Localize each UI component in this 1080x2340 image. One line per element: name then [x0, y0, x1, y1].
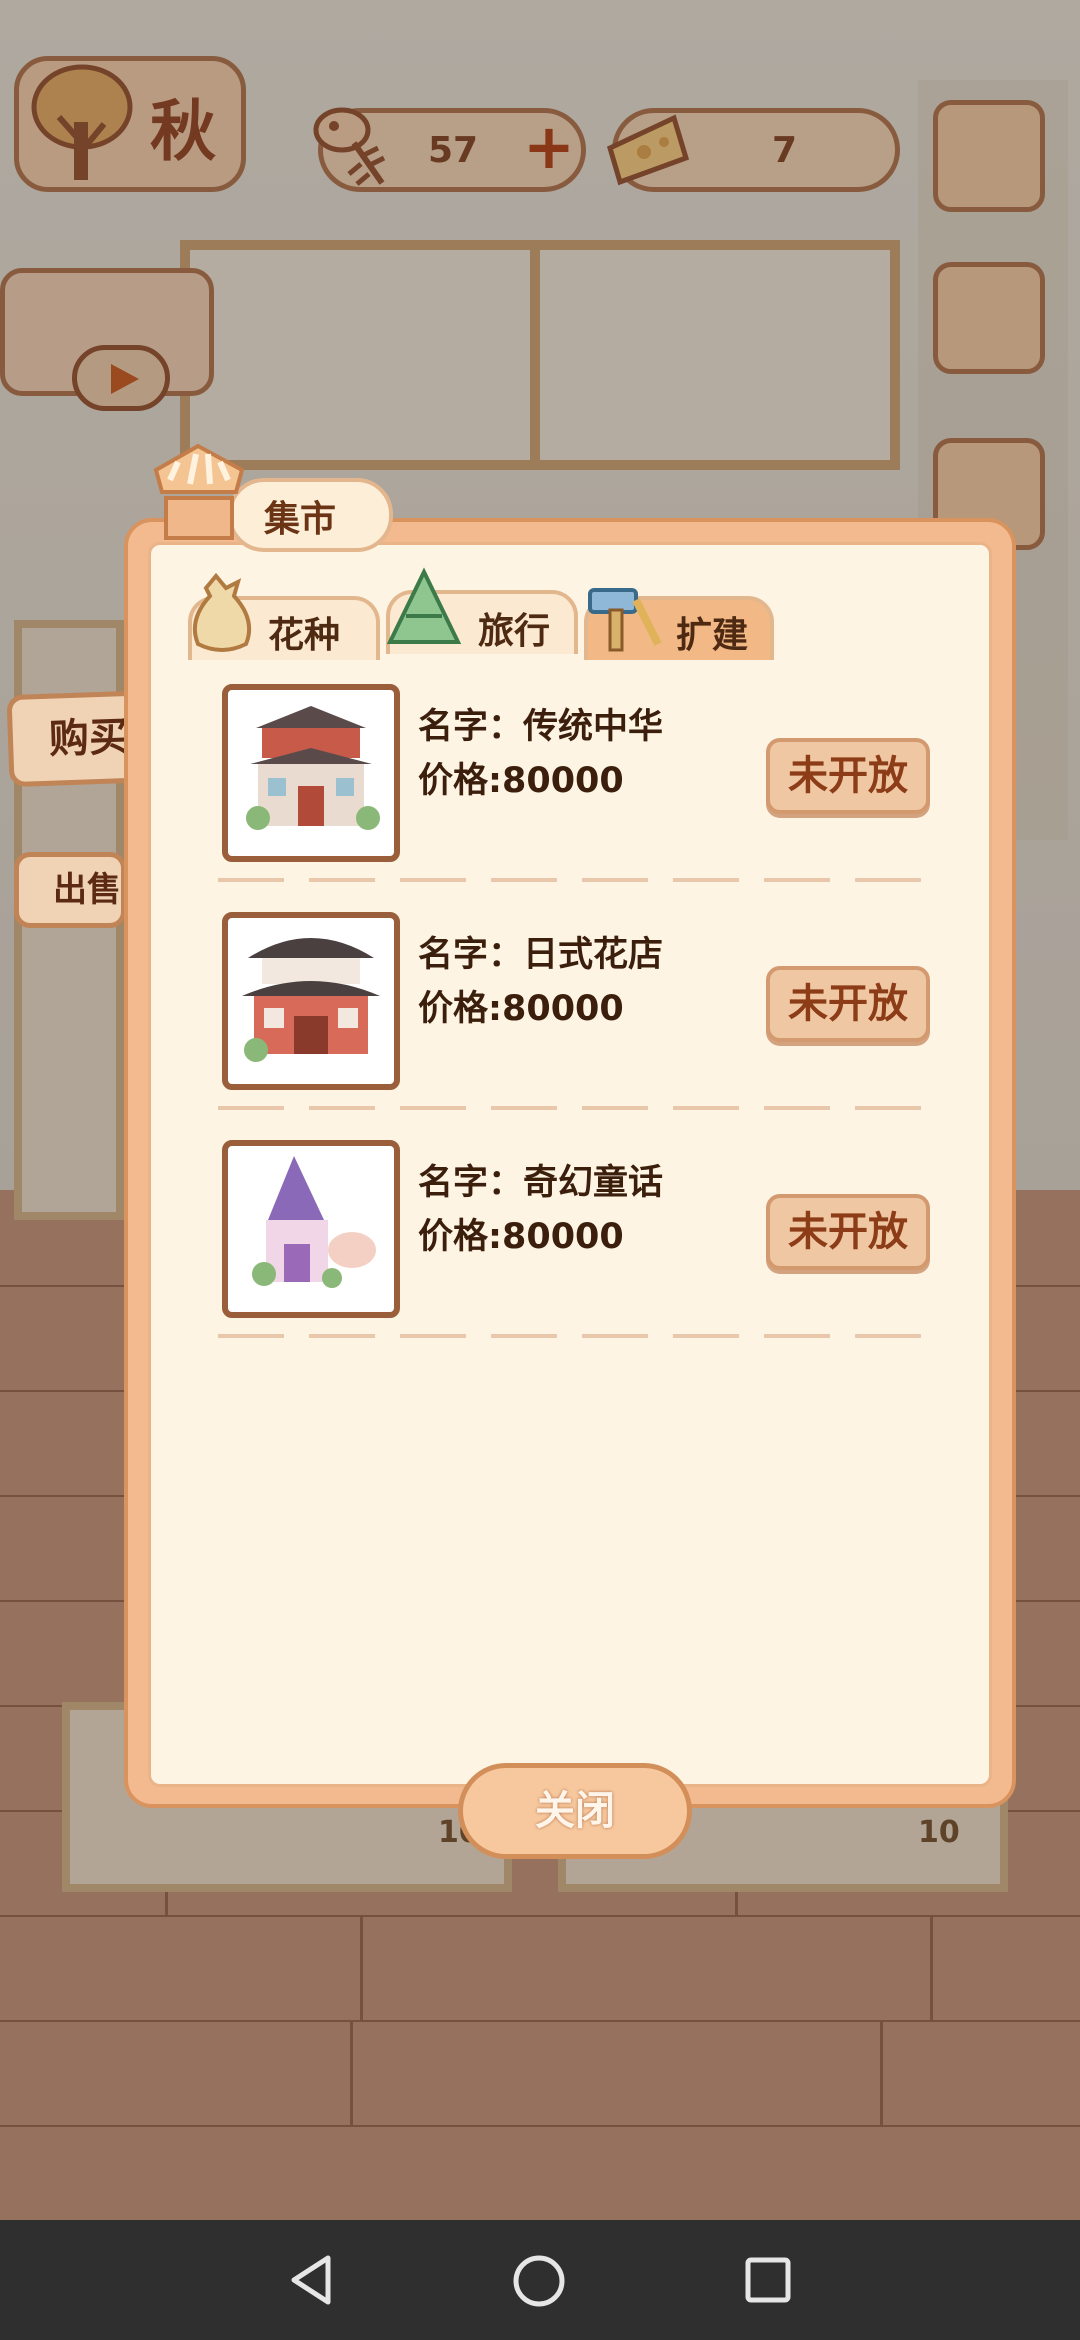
japanese-shop-icon: [242, 938, 380, 1062]
item-price-1: 价格:80000: [418, 761, 624, 801]
hammer-icon: [588, 588, 662, 652]
item-divider: [218, 1334, 930, 1338]
recents-icon[interactable]: [744, 2256, 792, 2304]
back-icon[interactable]: [286, 2254, 336, 2306]
rice-dumpling-icon: [386, 567, 462, 644]
item-name-1: 名字：传统中华: [418, 707, 664, 747]
seed-bag-icon: [193, 572, 251, 652]
item-thumbnail-fairytale: [222, 1140, 400, 1318]
fairytale-house-icon: [252, 1156, 376, 1288]
item-price-2: 价格:80000: [418, 989, 624, 1029]
tab-expand-label: 扩建: [676, 615, 749, 656]
item-name-2: 名字：日式花店: [418, 935, 664, 975]
tab-travel-label: 旅行: [478, 611, 551, 652]
item-divider: [218, 1106, 930, 1110]
close-button[interactable]: 关闭: [458, 1763, 692, 1859]
sell-tab[interactable]: 出售: [14, 852, 126, 928]
item-price-3: 价格:80000: [418, 1217, 624, 1257]
market-title: 集市: [264, 499, 337, 540]
market-stall-icon: [153, 443, 245, 540]
home-icon[interactable]: [512, 2254, 566, 2308]
tab-flower-seeds-label: 花种: [268, 615, 341, 656]
item-status-button-3[interactable]: 未开放: [766, 1194, 930, 1270]
item-thumbnail-japanese: [222, 912, 400, 1090]
item-name-3: 名字：奇幻童话: [418, 1163, 664, 1203]
item-status-button-1[interactable]: 未开放: [766, 738, 930, 814]
chinese-house-icon: [246, 706, 380, 830]
item-divider: [218, 878, 930, 882]
item-thumbnail-chinese: [222, 684, 400, 862]
system-navigation-bar: [0, 2220, 1080, 2340]
item-status-button-2[interactable]: 未开放: [766, 966, 930, 1042]
